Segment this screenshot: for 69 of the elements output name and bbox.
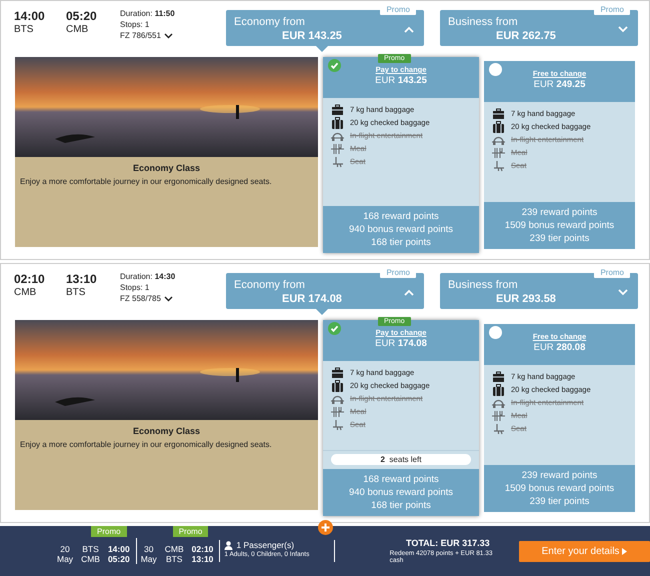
plus-icon[interactable]	[318, 520, 333, 535]
caret-right-icon	[622, 548, 628, 554]
passenger-count: 1 Passenger(s)	[236, 540, 294, 550]
points-text: 168 reward points	[363, 211, 439, 222]
departure-airport: BTS	[14, 24, 34, 35]
chevron-down-icon	[618, 26, 628, 33]
chevron-up-icon	[404, 26, 414, 33]
duration-text: Duration: 11:50	[120, 9, 176, 18]
check-icon[interactable]	[328, 59, 341, 72]
points-text: 168 reward points	[363, 474, 439, 485]
radio-button[interactable]	[489, 326, 502, 339]
stops-text: Stops: 1	[120, 283, 150, 292]
points-text: 940 bonus reward points	[348, 487, 454, 498]
arrival-time: 13:10	[66, 272, 98, 286]
duration-text: Duration: 14:30	[120, 272, 176, 281]
fare-price: EUR 249.25	[534, 79, 586, 90]
promo-tag: Promo	[91, 526, 127, 537]
leg-day: 20	[60, 544, 70, 554]
arrival-airport: BTS	[66, 287, 86, 298]
points-text: 1509 bonus reward points	[504, 483, 614, 494]
leg-month: May	[140, 554, 157, 564]
leg-airport: CMB	[81, 554, 100, 564]
points-text: 239 tier points	[530, 233, 590, 244]
leg-airport: CMB	[164, 544, 184, 554]
enter-details-button[interactable]: Enter your details	[519, 540, 650, 562]
leg-time: 05:20	[108, 554, 130, 564]
person-icon	[224, 540, 234, 550]
cabin-class-title: Economy Class	[132, 426, 202, 436]
chevron-up-icon	[404, 289, 414, 296]
leg-time: 02:10	[192, 544, 214, 554]
seats-left-badge: 2 seats left	[331, 454, 471, 465]
fare-price: EUR 280.08	[534, 342, 586, 353]
chevron-down-icon	[164, 296, 173, 302]
flight-number-toggle[interactable]: FZ 786/551	[120, 31, 226, 40]
leg-time: 13:10	[192, 554, 214, 564]
points-text: 239 tier points	[530, 496, 590, 507]
promo-tag: Promo	[380, 267, 416, 278]
points-text: 940 bonus reward points	[348, 224, 454, 235]
flight-number-toggle[interactable]: FZ 558/785	[120, 294, 226, 303]
cabin-class-title: Economy Class	[132, 163, 202, 173]
radio-button[interactable]	[489, 63, 502, 76]
departure-time: 02:10	[14, 272, 46, 286]
leg-airport: BTS	[166, 554, 182, 564]
departure-airport: CMB	[14, 287, 38, 298]
fare-price: EUR 143.25	[375, 75, 427, 86]
arrival-airport: CMB	[66, 24, 90, 35]
cabin-description: Enjoy a more comfortable journey in our ergonomically designed seats.	[20, 177, 273, 186]
cabin-description: Enjoy a more comfortable journey in our ergonomically designed seats.	[20, 440, 273, 449]
stops-text: Stops: 1	[120, 20, 150, 29]
check-icon[interactable]	[328, 322, 341, 335]
arrival-time: 05:20	[66, 9, 98, 23]
fare-price: EUR 174.08	[375, 338, 427, 349]
leg-day: 30	[144, 544, 154, 554]
leg-time: 14:00	[108, 544, 130, 554]
chevron-down-icon	[164, 32, 173, 38]
leg-month: May	[57, 554, 74, 564]
points-text: 239 reward points	[522, 207, 598, 218]
promo-tag: Promo	[594, 4, 630, 15]
points-text: 168 tier points	[371, 500, 431, 511]
points-text: 1509 bonus reward points	[504, 220, 614, 231]
promo-tag: Promo	[380, 4, 416, 15]
leg-airport: BTS	[82, 544, 99, 554]
total-price: TOTAL: EUR 317.33	[406, 538, 490, 548]
promo-tag: Promo	[594, 267, 630, 278]
points-text: 168 tier points	[371, 237, 431, 248]
departure-time: 14:00	[14, 9, 46, 23]
chevron-down-icon	[618, 289, 628, 296]
promo-tag: Promo	[172, 526, 208, 537]
points-text: 239 reward points	[522, 470, 598, 481]
